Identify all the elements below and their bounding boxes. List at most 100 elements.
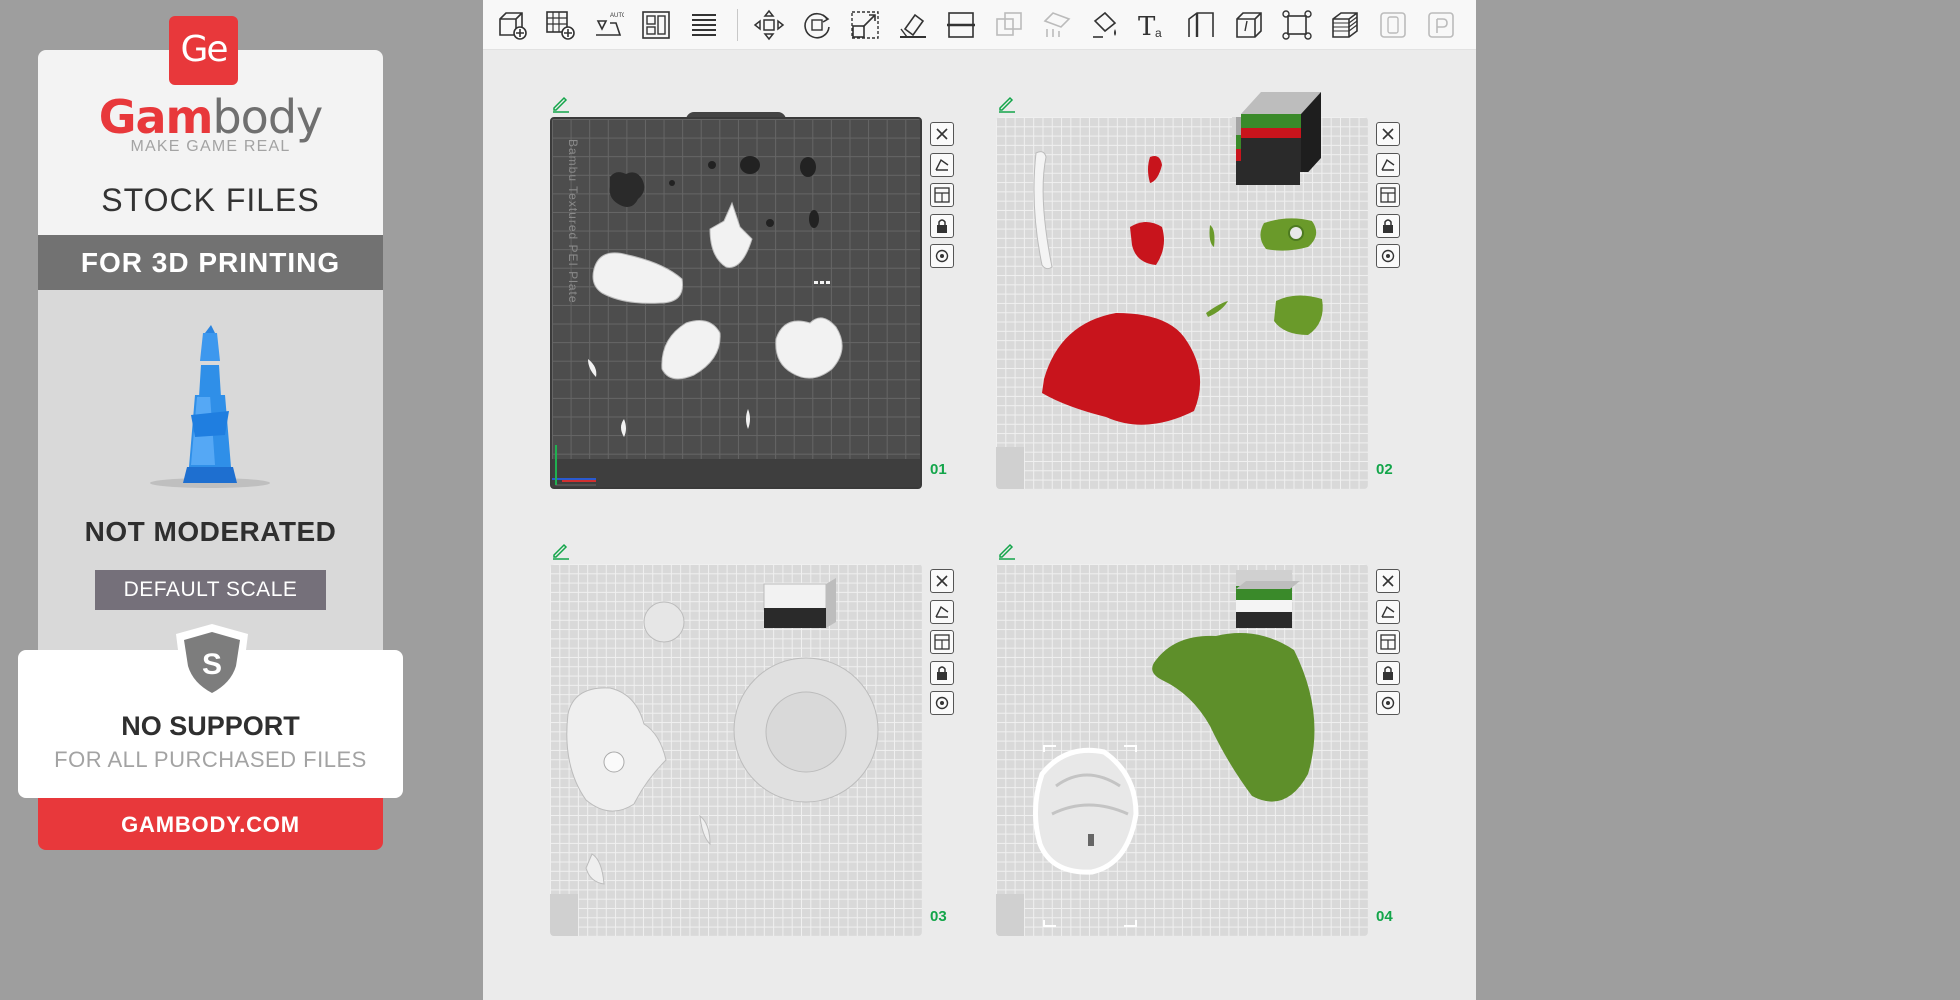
dark-part-4 — [708, 161, 716, 169]
support-paint-icon — [1043, 11, 1071, 37]
cut-button[interactable] — [942, 6, 980, 44]
plate-04-orient-button[interactable] — [1376, 599, 1400, 624]
arrange-plate-icon — [1380, 187, 1396, 203]
plate-03-models — [550, 578, 879, 936]
svg-text:AUTO: AUTO — [610, 13, 624, 19]
support-paint-button[interactable] — [1038, 6, 1076, 44]
dark-part-5 — [669, 180, 675, 186]
white-part-4 — [775, 317, 843, 379]
white-part-5 — [588, 359, 597, 377]
add-plate-button[interactable] — [541, 6, 579, 44]
plate-number: 04 — [1376, 908, 1393, 925]
plate-01-arrange-button[interactable] — [930, 183, 954, 207]
edit-plate-name-icon[interactable] — [996, 539, 1018, 561]
lay-on-face-button[interactable] — [894, 6, 932, 44]
plate-04-close-button[interactable] — [1376, 569, 1400, 593]
fit-view-button[interactable] — [1278, 6, 1316, 44]
plate-02-lock-button[interactable] — [1376, 213, 1400, 238]
lock-icon — [1383, 218, 1393, 233]
plate-01[interactable]: Bambu Textured PEI Plate 01 — [550, 92, 954, 532]
orient-plate-icon — [1381, 158, 1395, 171]
plate-03-orient-button[interactable] — [930, 599, 954, 624]
plate-04-toolbar — [1376, 569, 1402, 722]
plate-03-settings-button[interactable] — [930, 691, 954, 715]
red-hat-part — [1042, 313, 1201, 425]
cut-icon — [947, 11, 975, 38]
edit-plate-name-icon[interactable] — [550, 92, 572, 114]
auto-orient-button[interactable]: AUTO — [589, 6, 627, 44]
white-part-6 — [621, 419, 626, 437]
main-toolbar: AUTO Ta — [483, 0, 1476, 50]
scale-button[interactable] — [846, 6, 884, 44]
gambody-promo-card: Ge Gambody MAKE GAME REAL STOCK FILES FO… — [0, 0, 420, 1000]
white-part-3 — [661, 320, 721, 380]
plate-04[interactable]: 04 — [996, 539, 1400, 979]
assembly-button[interactable] — [1374, 6, 1412, 44]
plate-04-settings-button[interactable] — [1376, 691, 1400, 715]
svg-text:a: a — [1155, 26, 1162, 40]
shield-icon: S — [176, 624, 248, 700]
plate-01-orient-button[interactable] — [930, 152, 954, 177]
assembly-icon — [1380, 11, 1406, 38]
no-support-title: NO SUPPORT — [121, 711, 300, 741]
plate-02-arrange-button[interactable] — [1376, 183, 1400, 207]
dark-part-2 — [740, 156, 760, 174]
edit-plate-name-icon[interactable] — [550, 539, 572, 561]
plate-02[interactable]: 02 — [996, 92, 1400, 532]
toolbar-separator — [737, 8, 738, 41]
plate-03-lock-button[interactable] — [930, 660, 954, 685]
gambody-logo-mark: Ge — [169, 16, 238, 85]
settings-icon — [935, 696, 949, 710]
plate-01-toolbar — [930, 122, 956, 275]
plate-02-close-button[interactable] — [1376, 122, 1400, 146]
plate-04-lock-button[interactable] — [1376, 660, 1400, 685]
gambody-site-link[interactable]: GAMBODY.COM — [38, 798, 383, 850]
plate-01-models — [552, 156, 920, 487]
plate-01-lock-button[interactable] — [930, 213, 954, 238]
settings-icon — [935, 249, 949, 263]
brand-wordmark-gray: body — [212, 90, 323, 144]
color-paint-button[interactable] — [1086, 6, 1124, 44]
bed-front-strip — [552, 459, 920, 487]
slicer-workspace: AUTO Ta — [483, 0, 1476, 1000]
plate-03-purge-tower — [764, 608, 826, 628]
plate-01-settings-button[interactable] — [930, 244, 954, 268]
rotate-button[interactable] — [798, 6, 836, 44]
settings-icon — [1381, 249, 1395, 263]
preview-button[interactable] — [1422, 6, 1460, 44]
layers-button[interactable] — [1326, 6, 1364, 44]
arrange-plate-icon — [934, 187, 950, 203]
boolean-button[interactable] — [990, 6, 1028, 44]
orient-plate-icon — [1381, 605, 1395, 618]
svg-text:T: T — [1138, 12, 1156, 41]
dark-part-7 — [809, 210, 819, 228]
scale-icon — [851, 10, 879, 39]
plate-02-orient-button[interactable] — [1376, 152, 1400, 177]
move-button[interactable] — [750, 6, 788, 44]
orient-plate-icon — [935, 605, 949, 618]
plate-03[interactable]: 03 — [550, 539, 954, 979]
preview-icon — [1428, 11, 1454, 38]
green-part-1 — [1209, 225, 1215, 247]
plate-04-arrange-button[interactable] — [1376, 630, 1400, 654]
layers-icon — [1332, 11, 1358, 38]
white-small-part-2 — [585, 853, 605, 885]
seam-button[interactable] — [1182, 6, 1220, 44]
text-tool-button[interactable]: Ta — [1134, 6, 1172, 44]
auto-orient-icon: AUTO — [596, 13, 624, 36]
plate-01-close-button[interactable] — [930, 122, 954, 146]
white-small-part-1 — [699, 814, 711, 846]
plate-02-settings-button[interactable] — [1376, 244, 1400, 268]
add-object-button[interactable] — [493, 6, 531, 44]
brand-wordmark-red: Gam — [98, 90, 214, 144]
plate-03-arrange-button[interactable] — [930, 630, 954, 654]
measure-button[interactable] — [1230, 6, 1268, 44]
lock-icon — [937, 218, 947, 233]
red-part-2 — [1130, 222, 1164, 265]
plate-04-bed — [996, 564, 1368, 936]
brand-wordmark: Gambody — [38, 94, 383, 140]
edit-plate-name-icon[interactable] — [996, 92, 1018, 114]
split-plate-button[interactable] — [685, 6, 723, 44]
arrange-button[interactable] — [637, 6, 675, 44]
plate-03-close-button[interactable] — [930, 569, 954, 593]
